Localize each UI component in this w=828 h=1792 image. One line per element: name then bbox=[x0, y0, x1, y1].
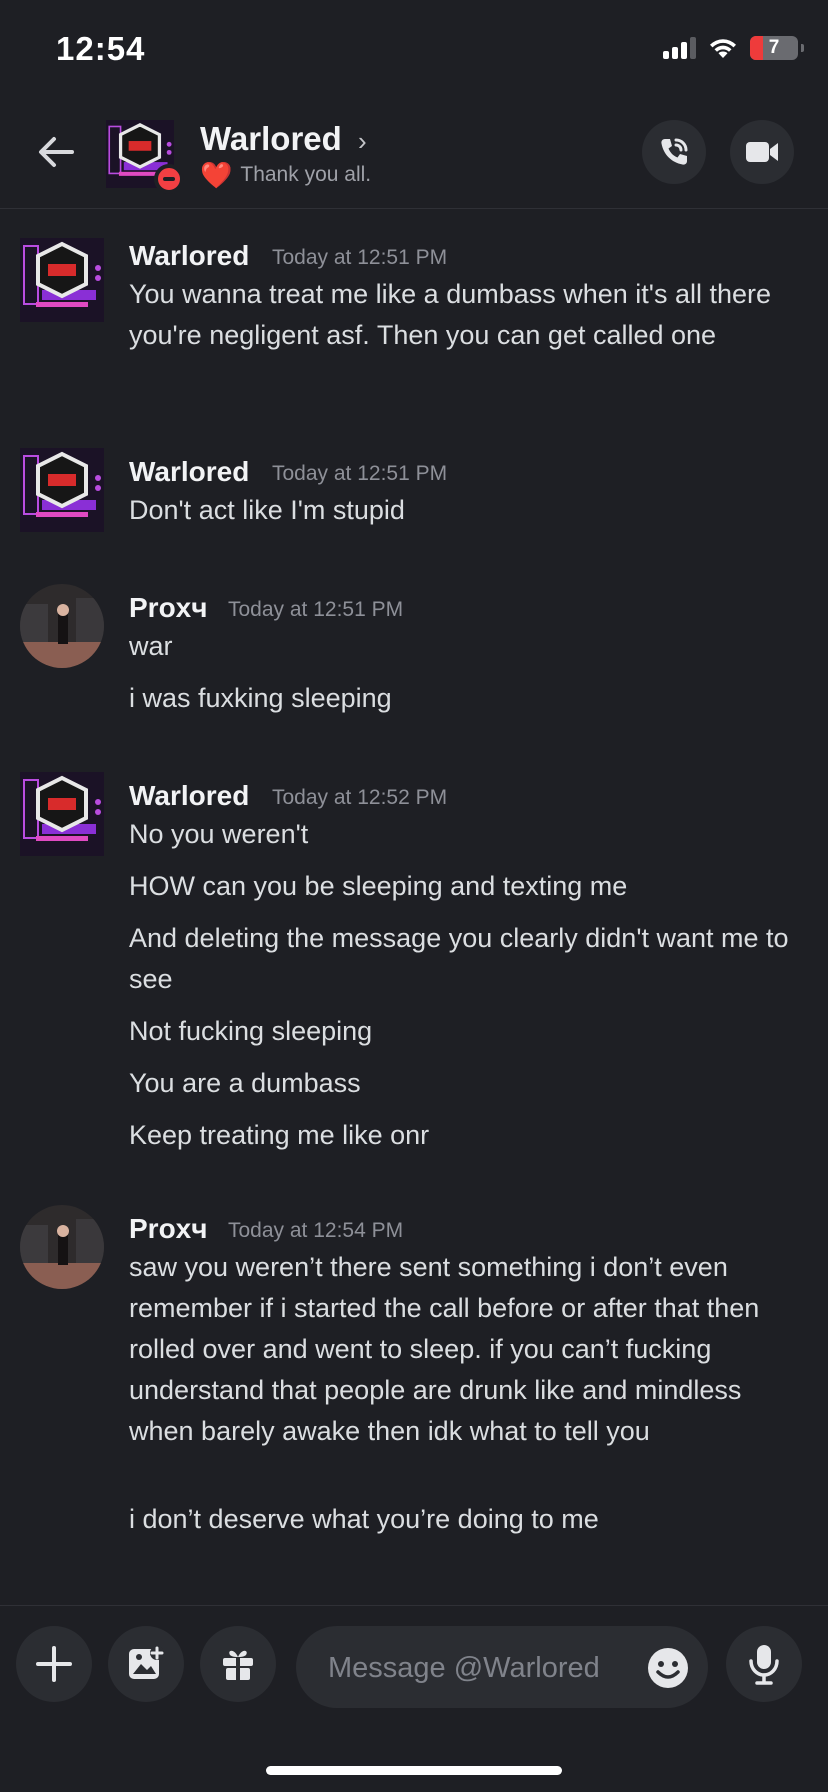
back-arrow-icon[interactable] bbox=[34, 130, 78, 174]
status-icons: 7 bbox=[663, 36, 804, 60]
message-composer bbox=[0, 1605, 828, 1726]
dm-title[interactable]: Warlored bbox=[200, 120, 342, 158]
image-picker-button[interactable] bbox=[108, 1626, 184, 1702]
add-attachment-button[interactable] bbox=[16, 1626, 92, 1702]
image-icon bbox=[129, 1646, 164, 1679]
microphone-icon bbox=[749, 1645, 779, 1685]
message-timestamp: Today at 12:51 PM bbox=[272, 462, 448, 485]
video-call-button[interactable] bbox=[730, 120, 794, 184]
heart-emoji: ❤️ bbox=[200, 160, 233, 190]
voice-message-button[interactable] bbox=[726, 1626, 802, 1702]
voice-call-button[interactable] bbox=[642, 120, 706, 184]
gift-button[interactable] bbox=[200, 1626, 276, 1702]
message-text[interactable]: And deleting the message you clearly did… bbox=[129, 918, 809, 1000]
message-text[interactable]: war bbox=[129, 626, 809, 667]
video-call-icon bbox=[746, 142, 778, 162]
custom-status-text: Thank you all. bbox=[240, 163, 372, 186]
message-author[interactable]: Warlored bbox=[129, 780, 249, 812]
message-text[interactable]: No you weren't bbox=[129, 814, 809, 855]
message-input[interactable] bbox=[326, 1626, 630, 1710]
message-list[interactable]: Warlored Today at 12:51 PM You wanna tre… bbox=[0, 209, 828, 1604]
message-timestamp: Today at 12:51 PM bbox=[272, 246, 448, 269]
message-input-container bbox=[296, 1626, 708, 1710]
message-text[interactable]: Don't act like I'm stupid bbox=[129, 490, 809, 531]
message-author[interactable]: Warlored bbox=[129, 240, 249, 272]
message-text[interactable]: You wanna treat me like a dumbass when i… bbox=[129, 274, 809, 356]
message-text[interactable]: HOW can you be sleeping and texting me bbox=[129, 866, 809, 907]
message-timestamp: Today at 12:52 PM bbox=[272, 786, 448, 809]
avatar[interactable] bbox=[20, 1205, 104, 1289]
voice-call-icon bbox=[661, 138, 688, 165]
message-text[interactable]: You are a dumbass bbox=[129, 1063, 809, 1104]
status-time: 12:54 bbox=[56, 30, 146, 67]
avatar[interactable] bbox=[20, 238, 104, 322]
message-text[interactable]: Not fucking sleeping bbox=[129, 1011, 809, 1052]
status-bar: 12:54 7 bbox=[0, 0, 828, 100]
battery-level: 7 bbox=[768, 37, 780, 58]
message-timestamp: Today at 12:51 PM bbox=[228, 598, 404, 621]
avatar[interactable] bbox=[20, 772, 104, 856]
do-not-disturb-badge bbox=[154, 164, 184, 194]
avatar[interactable] bbox=[20, 584, 104, 668]
message-text[interactable]: i was fuxking sleeping bbox=[129, 678, 809, 719]
message-text[interactable]: Keep treating me like onr bbox=[129, 1115, 809, 1156]
chevron-right-icon[interactable]: › bbox=[358, 126, 367, 157]
home-indicator[interactable] bbox=[266, 1766, 562, 1775]
message-text[interactable]: saw you weren’t there sent something i d… bbox=[129, 1247, 809, 1452]
message-author[interactable]: Proxч bbox=[129, 1213, 208, 1245]
battery-icon: 7 bbox=[750, 36, 804, 60]
custom-status: ❤️ Thank you all. bbox=[200, 162, 371, 188]
message-text[interactable]: i don’t deserve what you’re doing to me bbox=[129, 1499, 809, 1540]
wifi-icon bbox=[710, 39, 736, 58]
message-author[interactable]: Warlored bbox=[129, 456, 249, 488]
avatar[interactable] bbox=[20, 448, 104, 532]
plus-icon bbox=[36, 1646, 72, 1682]
cellular-signal-icon bbox=[663, 37, 696, 59]
message-author[interactable]: Proxч bbox=[129, 592, 208, 624]
emoji-icon[interactable] bbox=[646, 1646, 690, 1690]
message-timestamp: Today at 12:54 PM bbox=[228, 1219, 404, 1242]
dm-header: Warlored › ❤️ Thank you all. bbox=[0, 100, 828, 209]
gift-icon bbox=[223, 1650, 253, 1680]
